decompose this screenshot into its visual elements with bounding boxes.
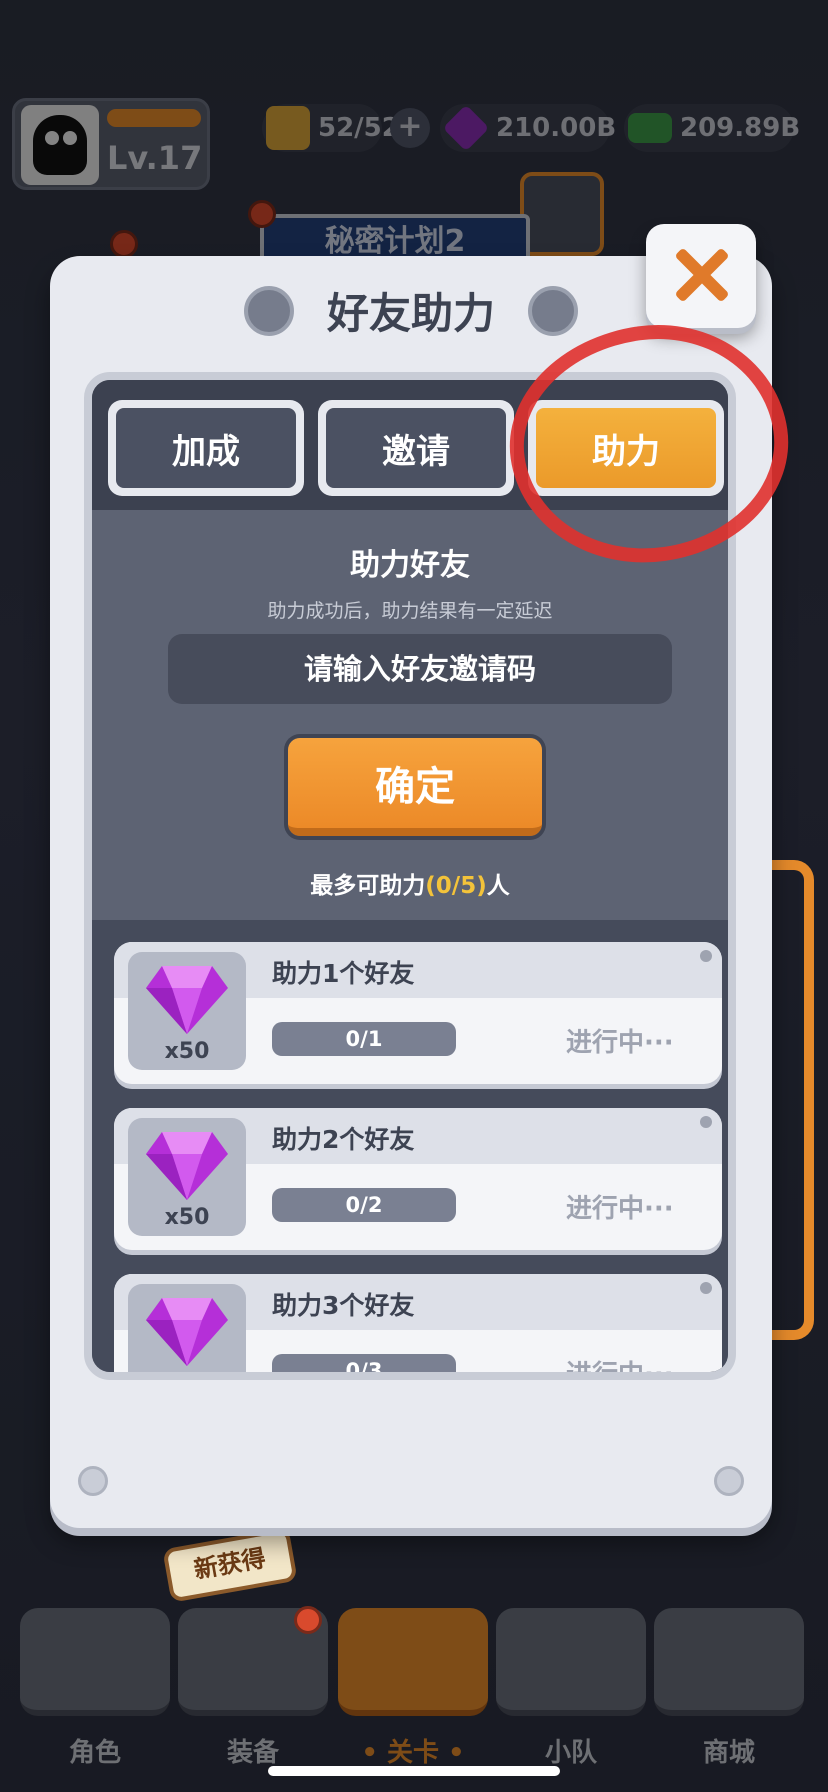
reward-progress-bar: 0/3 [272, 1354, 456, 1380]
gem-icon [146, 1298, 228, 1366]
bolt-icon [528, 286, 578, 336]
limit-prefix: 最多可助力 [310, 873, 426, 899]
reward-item: x50 助力1个好友 0/1 进行中··· [114, 942, 722, 1084]
bolt-icon [714, 1466, 744, 1496]
delay-note: 助力成功后，助力结果有一定延迟 [267, 600, 553, 622]
confirm-button[interactable]: 确定 [288, 738, 542, 836]
home-indicator [268, 1766, 560, 1776]
reward-quantity: x50 [164, 1039, 210, 1064]
assist-form: 助力好友 助力成功后，助力结果有一定延迟 确定 最多可助力(0/5)人 [92, 510, 728, 920]
reward-quantity: x50 [164, 1205, 210, 1230]
invite-code-input[interactable] [168, 634, 672, 704]
progress-text: 0/2 [345, 1193, 383, 1217]
tab-label: 邀请 [326, 408, 506, 488]
progress-text: 0/3 [345, 1359, 383, 1380]
close-button[interactable] [646, 224, 756, 328]
reward-icon-box: x50 [128, 1118, 246, 1236]
reward-name: 助力3个好友 [272, 1291, 415, 1320]
close-icon [670, 244, 732, 306]
reward-quantity: x50 [128, 1371, 246, 1372]
reward-list: x50 助力1个好友 0/1 进行中··· x50 助力2个好友 0/2 进行中… [92, 920, 728, 1380]
reward-item: x50 助力2个好友 0/2 进行中··· [114, 1108, 722, 1250]
reward-item: x50 助力3个好友 0/3 进行中··· [114, 1274, 722, 1380]
side-handle [770, 860, 814, 1340]
reward-icon-box: x50 [128, 1284, 246, 1372]
reward-status: 进行中··· [566, 1360, 674, 1380]
reward-name: 助力1个好友 [272, 959, 415, 988]
reward-icon-box: x50 [128, 952, 246, 1070]
progress-text: 0/1 [345, 1027, 383, 1051]
notification-dot [294, 1606, 322, 1634]
reward-status: 进行中··· [566, 1194, 674, 1224]
reward-progress-bar: 0/2 [272, 1188, 456, 1222]
limit-count: (0/5) [425, 873, 487, 899]
tab-bonus[interactable]: 加成 [108, 400, 304, 496]
reward-progress-bar: 0/1 [272, 1022, 456, 1056]
limit-suffix: 人 [486, 873, 510, 899]
gem-icon [146, 966, 228, 1034]
status-dot [700, 1282, 712, 1294]
bolt-icon [78, 1466, 108, 1496]
status-dot [700, 950, 712, 962]
tab-invite[interactable]: 邀请 [318, 400, 514, 496]
gem-icon [146, 1132, 228, 1200]
reward-name: 助力2个好友 [272, 1125, 415, 1154]
status-dot [700, 1116, 712, 1128]
tab-label: 加成 [116, 408, 296, 488]
reward-status: 进行中··· [566, 1028, 674, 1058]
assist-limit: 最多可助力(0/5)人 [92, 866, 728, 900]
